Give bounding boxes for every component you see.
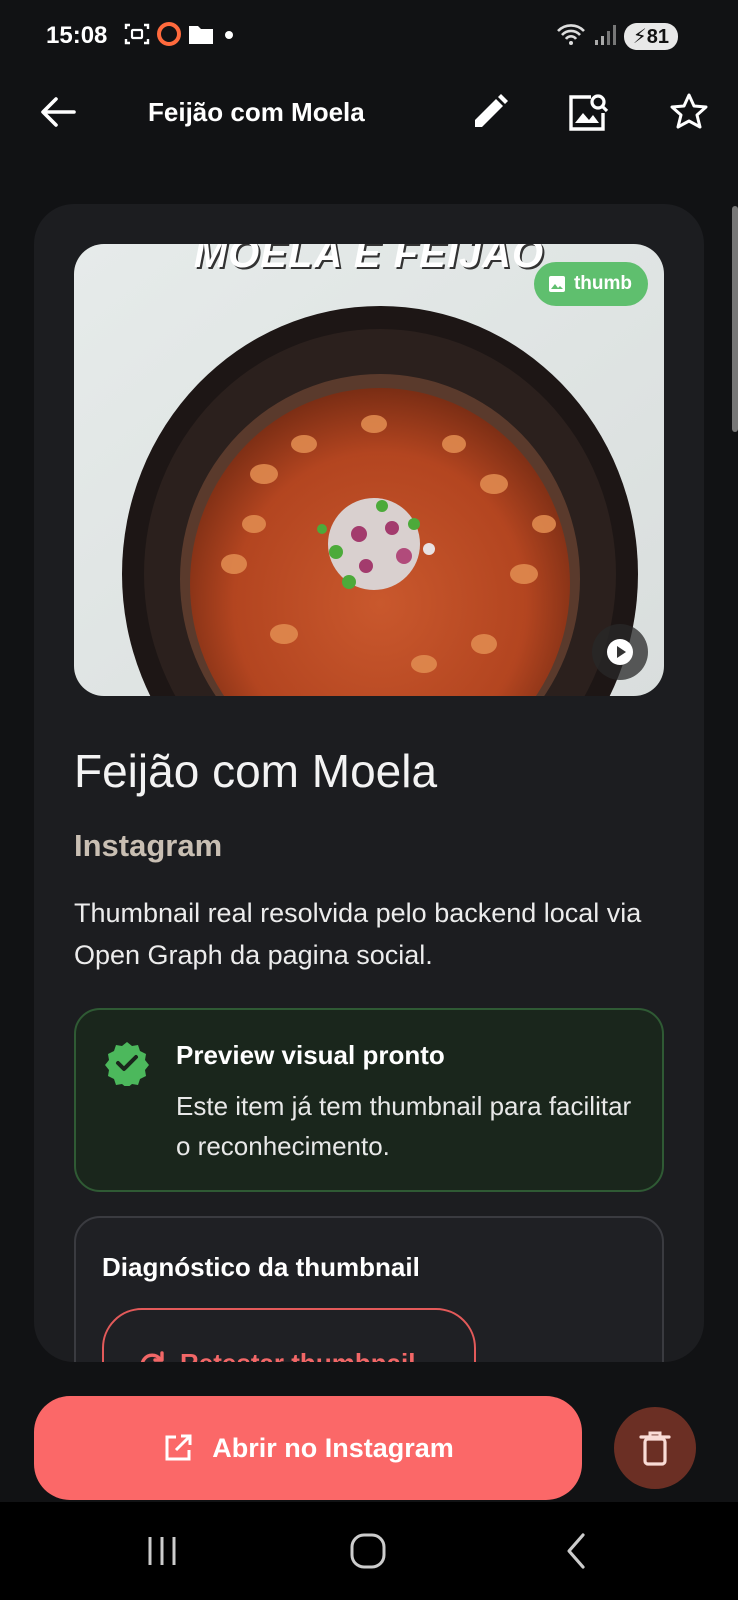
top-app-bar: Feijão com Moela	[0, 72, 738, 152]
battery-charging-icon: ⚡	[632, 25, 647, 48]
open-in-instagram-label: Abrir no Instagram	[212, 1432, 454, 1463]
system-navigation-bar	[0, 1502, 738, 1600]
wifi-icon	[556, 22, 586, 51]
battery-icon: ⚡81	[623, 22, 678, 50]
verified-check-icon	[105, 1042, 149, 1086]
scrollbar[interactable]	[732, 206, 738, 432]
preview-status-box: Preview visual pronto Este item já tem t…	[74, 1008, 664, 1192]
thumbnail-diagnostics-box: Diagnóstico da thumbnail Retestar thumbn…	[74, 1216, 664, 1362]
item-detail-card: MOELA E FEIJÃO thumb Feijão com Moela In…	[34, 204, 704, 1362]
edit-icon	[475, 94, 508, 127]
image-search-button[interactable]	[564, 88, 612, 136]
dot-icon	[220, 23, 238, 50]
recent-apps-icon	[148, 1537, 176, 1565]
refresh-icon	[140, 1350, 164, 1362]
screenshot-icon	[124, 22, 150, 51]
star-icon	[670, 93, 708, 129]
back-button[interactable]	[34, 88, 82, 136]
play-icon	[607, 639, 633, 665]
retest-thumbnail-label: Retestar thumbnail	[180, 1348, 416, 1362]
play-button[interactable]	[592, 624, 648, 680]
thumb-badge-label: thumb	[573, 273, 632, 294]
delete-button[interactable]	[614, 1407, 696, 1489]
item-title: Feijão com Moela	[74, 745, 438, 797]
open-in-instagram-button[interactable]: Abrir no Instagram	[34, 1396, 582, 1500]
preview-status-title: Preview visual pronto	[176, 1040, 445, 1070]
food-photo	[74, 244, 664, 696]
status-system-icons: ⚡81	[556, 22, 678, 50]
status-notification-icons	[124, 21, 238, 52]
image-search-icon	[569, 94, 609, 131]
diagnostics-title: Diagnóstico da thumbnail	[102, 1252, 420, 1282]
page-title: Feijão com Moela	[148, 97, 365, 127]
system-back-button[interactable]	[546, 1526, 606, 1576]
home-button[interactable]	[338, 1526, 398, 1576]
favorite-button[interactable]	[665, 88, 713, 136]
thumbnail-image[interactable]: MOELA E FEIJÃO thumb	[74, 244, 664, 696]
edit-button[interactable]	[466, 88, 514, 136]
image-icon	[548, 276, 565, 292]
recent-apps-button[interactable]	[132, 1526, 192, 1576]
item-source: Instagram	[74, 828, 223, 863]
home-icon	[350, 1533, 386, 1569]
thumb-badge: thumb	[533, 262, 648, 306]
trash-icon	[639, 1431, 671, 1466]
signal-icon	[594, 22, 616, 51]
folder-icon	[188, 23, 214, 50]
item-description: Thumbnail real resolvida pelo backend lo…	[74, 898, 642, 970]
retest-thumbnail-button[interactable]: Retestar thumbnail	[102, 1308, 476, 1362]
status-time: 15:08	[46, 22, 108, 49]
battery-level: 81	[646, 25, 669, 48]
back-icon	[41, 97, 76, 127]
record-icon	[156, 21, 182, 52]
status-bar: 15:08 ⚡81	[0, 0, 738, 72]
open-external-icon	[165, 1434, 192, 1461]
system-back-icon	[567, 1533, 585, 1569]
preview-status-text: Este item já tem thumbnail para facilita…	[176, 1091, 632, 1161]
